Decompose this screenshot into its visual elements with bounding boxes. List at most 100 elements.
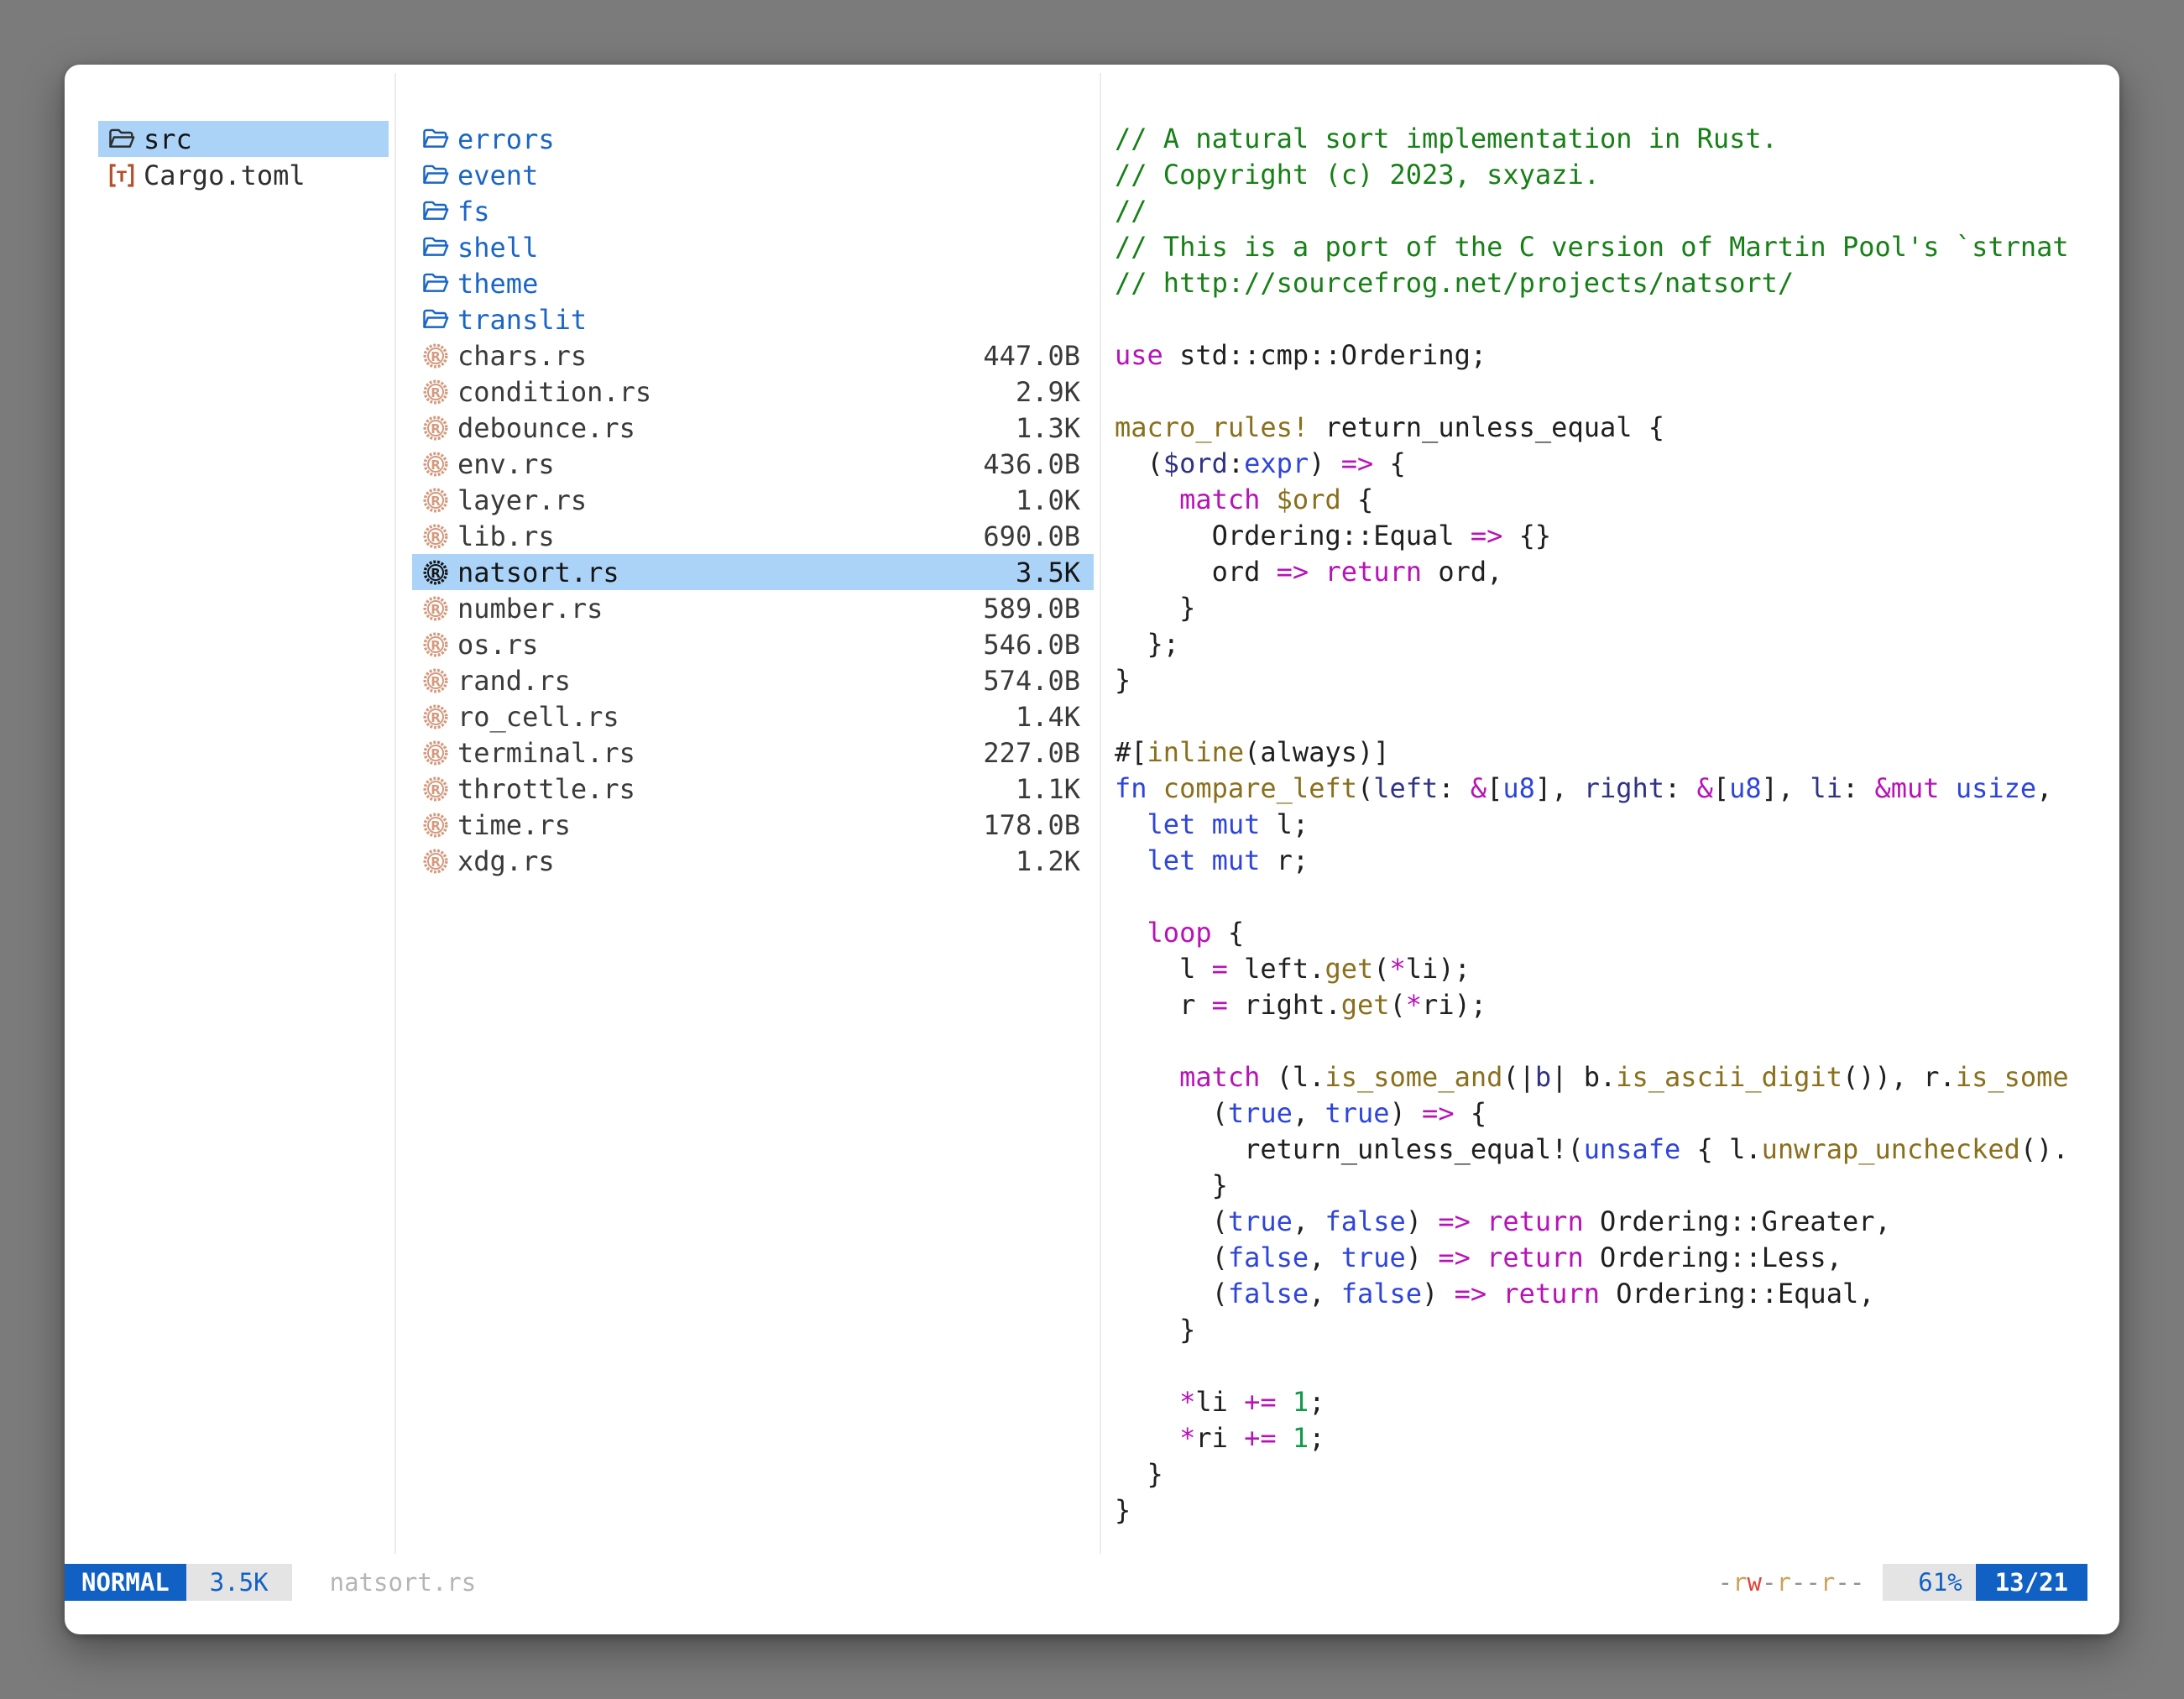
code-line: // http://sourcefrog.net/projects/natsor… <box>1115 265 2115 301</box>
code-line: // <box>1115 193 2115 229</box>
preview-pane[interactable]: // A natural sort implementation in Rust… <box>1115 121 2115 1561</box>
file-size: 1.3K <box>1016 412 1094 444</box>
code-line: // This is a port of the C version of Ma… <box>1115 229 2115 265</box>
code-line: return_unless_equal!(unsafe { l.unwrap_u… <box>1115 1132 2115 1168</box>
file-size: 2.9K <box>1016 376 1094 408</box>
toml-file-icon: T <box>107 160 137 191</box>
folder-row[interactable]: src <box>98 121 389 157</box>
file-row[interactable]: R number.rs589.0B <box>412 590 1094 626</box>
file-size: 690.0B <box>983 520 1094 552</box>
code-line: let mut r; <box>1115 843 2115 879</box>
file-row[interactable]: R lib.rs 690.0B <box>412 518 1094 554</box>
code-line: (true, true) => { <box>1115 1095 2115 1132</box>
svg-text:T: T <box>117 169 127 186</box>
file-name: fs <box>457 196 490 227</box>
file-name: condition.rs <box>457 376 651 408</box>
mode-badge: NORMAL <box>65 1564 186 1601</box>
rust-file-icon: R <box>421 774 451 804</box>
file-name: errors <box>457 123 555 155</box>
file-name: shell <box>457 232 538 264</box>
code-line: } <box>1115 1493 2115 1529</box>
file-name: env.rs <box>457 448 555 480</box>
svg-text:R: R <box>431 384 441 400</box>
code-line: } <box>1115 590 2115 626</box>
folder-icon <box>421 124 451 154</box>
file-name: debounce.rs <box>457 412 635 444</box>
code-line: (false, false) => return Ordering::Equal… <box>1115 1276 2115 1312</box>
file-row[interactable]: R chars.rs447.0B <box>412 337 1094 374</box>
file-size: 546.0B <box>983 629 1094 661</box>
file-name: xdg.rs <box>457 845 555 877</box>
code-line: // Copyright (c) 2023, sxyazi. <box>1115 157 2115 193</box>
file-row[interactable]: R os.rs546.0B <box>412 626 1094 662</box>
rust-file-icon: R <box>421 630 451 660</box>
file-row[interactable]: R debounce.rs 1.3K <box>412 410 1094 446</box>
folder-row[interactable]: shell <box>412 229 1094 265</box>
file-row[interactable]: R natsort.rs3.5K <box>412 554 1094 590</box>
code-line <box>1115 698 2115 734</box>
file-row[interactable]: R env.rs 436.0B <box>412 446 1094 482</box>
code-line: (true, false) => return Ordering::Greate… <box>1115 1204 2115 1240</box>
code-line: l = left.get(*li); <box>1115 951 2115 987</box>
folder-row[interactable]: translit <box>412 301 1094 337</box>
code-line: } <box>1115 1168 2115 1204</box>
file-name: src <box>144 123 192 155</box>
code-line: fn compare_left(left: &[u8], right: &[u8… <box>1115 771 2115 807</box>
folder-icon <box>421 305 451 335</box>
file-name: theme <box>457 268 538 300</box>
code-line: match (l.is_some_and(|b| b.is_ascii_digi… <box>1115 1059 2115 1095</box>
file-name: rand.rs <box>457 665 571 697</box>
file-row[interactable]: R ro_cell.rs1.4K <box>412 698 1094 734</box>
folder-icon <box>421 269 451 299</box>
svg-text:R: R <box>431 782 441 797</box>
permissions-text: -rw-r--r-- <box>1718 1568 1865 1597</box>
folder-icon <box>421 233 451 263</box>
yazi-window: src T Cargo.toml errors event fs <box>65 65 2119 1634</box>
file-row[interactable]: R xdg.rs1.2K <box>412 843 1094 879</box>
code-line: #[inline(always)] <box>1115 734 2115 771</box>
rust-file-icon: R <box>421 413 451 443</box>
folder-row[interactable]: event <box>412 157 1094 193</box>
file-size: 1.1K <box>1016 773 1094 805</box>
code-line: } <box>1115 662 2115 698</box>
rust-file-icon: R <box>421 485 451 515</box>
code-line: macro_rules! return_unless_equal { <box>1115 410 2115 446</box>
permission-char: - <box>1791 1568 1805 1597</box>
folder-icon <box>421 160 451 191</box>
file-size: 227.0B <box>983 737 1094 769</box>
file-row[interactable]: R terminal.rs227.0B <box>412 734 1094 771</box>
svg-text:R: R <box>431 421 441 436</box>
rust-file-icon: R <box>421 521 451 552</box>
permission-char: r <box>1821 1568 1835 1597</box>
status-bar: NORMAL 3.5K natsort.rs -rw-r--r-- 61% 13… <box>65 1564 2119 1601</box>
file-row[interactable]: R condition.rs 2.9K <box>412 374 1094 410</box>
permission-char: - <box>1835 1568 1849 1597</box>
file-size: 178.0B <box>983 809 1094 841</box>
code-line: (false, true) => return Ordering::Less, <box>1115 1240 2115 1276</box>
code-line <box>1115 374 2115 410</box>
file-size: 589.0B <box>983 593 1094 625</box>
file-row[interactable]: T Cargo.toml <box>98 157 389 193</box>
code-line: Ordering::Equal => {} <box>1115 518 2115 554</box>
file-row[interactable]: R throttle.rs1.1K <box>412 771 1094 807</box>
rust-file-icon: R <box>421 810 451 840</box>
cursor-position-chip: 13/21 <box>1976 1564 2087 1601</box>
rust-file-icon: R <box>421 377 451 407</box>
code-line: r = right.get(*ri); <box>1115 987 2115 1023</box>
file-name: lib.rs <box>457 520 555 552</box>
permission-char: - <box>1718 1568 1732 1597</box>
file-row[interactable]: R layer.rs1.0K <box>412 482 1094 518</box>
folder-row[interactable]: theme <box>412 265 1094 301</box>
file-row[interactable]: R time.rs178.0B <box>412 807 1094 843</box>
folder-row[interactable]: errors <box>412 121 1094 157</box>
rust-file-icon: R <box>421 449 451 479</box>
svg-text:R: R <box>431 493 441 508</box>
file-row[interactable]: R rand.rs574.0B <box>412 662 1094 698</box>
file-size: 436.0B <box>983 448 1094 480</box>
code-line: match $ord { <box>1115 482 2115 518</box>
folder-row[interactable]: fs <box>412 193 1094 229</box>
code-line <box>1115 1348 2115 1384</box>
file-name: natsort.rs <box>457 557 619 588</box>
rust-file-icon: R <box>421 702 451 732</box>
code-line: }; <box>1115 626 2115 662</box>
